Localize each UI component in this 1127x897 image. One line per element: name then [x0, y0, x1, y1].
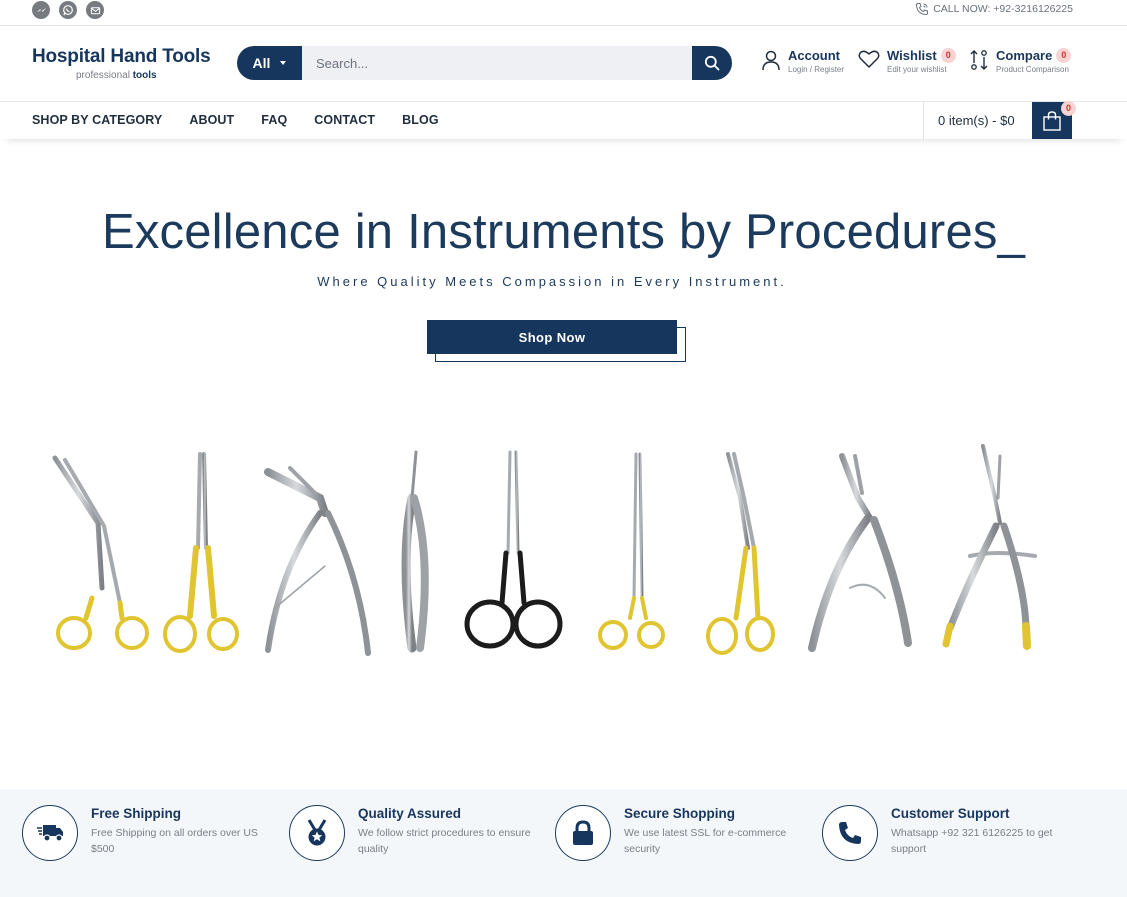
feature-description: We follow strict procedures to ensure qu…: [358, 827, 531, 855]
gold-tip-rongeur: [942, 444, 1037, 650]
wishlist-title: Wishlist: [887, 48, 937, 63]
angled-rongeur: [264, 466, 371, 656]
straight-scissors-gold: [163, 452, 239, 653]
truck-icon: [22, 805, 78, 861]
account-link[interactable]: Account Login / Register: [760, 48, 844, 74]
fine-scissors-gold: [598, 452, 665, 650]
lock-icon: [555, 805, 611, 861]
cart[interactable]: 0 item(s) - $0 0: [923, 101, 1076, 139]
search-icon: [704, 55, 720, 71]
shopping-bag-icon: [1043, 110, 1061, 131]
search-bar: All: [237, 46, 732, 80]
logo-title: Hospital Hand Tools: [32, 46, 211, 67]
cart-count-badge: 0: [1061, 101, 1076, 116]
shop-now-wrapper: Shop Now: [427, 320, 687, 362]
top-bar: CALL NOW: +92-3216126225: [0, 0, 1127, 26]
logo-sub-light: professional: [76, 70, 130, 81]
search-category-label: All: [252, 55, 271, 71]
curved-scissors-gold: [706, 452, 775, 655]
messenger-icon[interactable]: [32, 1, 50, 19]
logo-sub-bold: tools: [132, 70, 157, 81]
phone-call-icon: [916, 3, 929, 16]
search-input[interactable]: [302, 46, 692, 80]
logo[interactable]: Hospital Hand Tools professional tools: [32, 46, 211, 81]
account-title: Account: [788, 48, 840, 63]
caret-down-icon: [280, 61, 287, 65]
feature-title: Secure Shopping: [624, 806, 736, 821]
medal-icon: [289, 805, 345, 861]
email-icon[interactable]: [86, 1, 104, 19]
nav-items: SHOP BY CATEGORY ABOUT FAQ CONTACT BLOG: [32, 113, 439, 127]
feature-title: Quality Assured: [358, 806, 462, 821]
wishlist-link[interactable]: Wishlist 0 Edit your wishlist: [857, 48, 956, 74]
search-button[interactable]: [692, 46, 732, 80]
black-scissors: [464, 450, 563, 649]
shop-now-button[interactable]: Shop Now: [427, 320, 677, 354]
wishlist-count-badge: 0: [940, 48, 956, 63]
call-now-text: CALL NOW: +92-3216126225: [933, 3, 1073, 15]
feature-description: Whatsapp +92 321 6126225 to get support: [891, 827, 1053, 855]
account-subtitle: Login / Register: [788, 65, 845, 74]
nav-shop-by-category[interactable]: SHOP BY CATEGORY: [32, 113, 162, 127]
phone-icon: [822, 805, 878, 861]
feature-title: Customer Support: [891, 806, 1010, 821]
angled-scissors-gold: [52, 455, 149, 650]
feature-title: Free Shipping: [91, 806, 182, 821]
compare-subtitle: Product Comparison: [996, 65, 1069, 74]
compare-icon: [970, 50, 988, 70]
compare-title: Compare: [996, 48, 1053, 63]
nav-contact[interactable]: CONTACT: [314, 113, 375, 127]
features-bar: Free Shipping Free Shipping on all order…: [0, 789, 1127, 897]
header: Hospital Hand Tools professional tools A…: [0, 26, 1127, 102]
logo-subtitle: professional tools: [76, 70, 157, 81]
compare-count-badge: 0: [1056, 48, 1072, 63]
cart-summary: 0 item(s) - $0: [938, 113, 1015, 128]
nav-about[interactable]: ABOUT: [189, 113, 234, 127]
wishlist-subtitle: Edit your wishlist: [887, 65, 947, 74]
heart-icon: [858, 50, 880, 68]
whatsapp-icon[interactable]: [59, 1, 77, 19]
hero-subtitle: Where Quality Meets Compassion in Every …: [317, 274, 787, 289]
user-icon: [762, 50, 780, 71]
nav-faq[interactable]: FAQ: [261, 113, 287, 127]
social-links: [32, 1, 104, 19]
call-now[interactable]: CALL NOW: +92-3216126225: [915, 2, 1073, 16]
surgical-instruments-image: [52, 444, 1037, 656]
feature-description: Free Shipping on all orders over US $500: [91, 827, 258, 855]
hero-title: Excellence in Instruments by Procedures_: [101, 205, 1026, 259]
feature-description: We use latest SSL for e-commerce securit…: [624, 827, 787, 855]
compare-link[interactable]: Compare 0 Product Comparison: [968, 48, 1072, 74]
bone-rongeur: [808, 453, 912, 652]
search-category-dropdown[interactable]: All: [237, 46, 302, 80]
nav-blog[interactable]: BLOG: [402, 113, 439, 127]
main-nav: SHOP BY CATEGORY ABOUT FAQ CONTACT BLOG …: [0, 101, 1127, 139]
needle-holder: [401, 450, 429, 653]
cart-button[interactable]: 0: [1032, 101, 1076, 139]
